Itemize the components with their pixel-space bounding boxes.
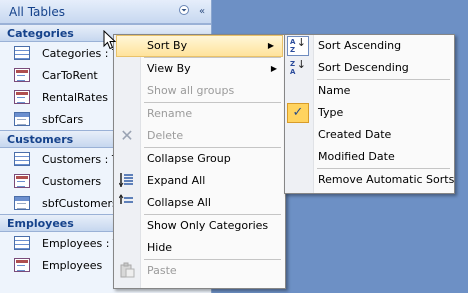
nav-pane-header[interactable]: All Tables «	[0, 0, 211, 24]
submenu-arrow-icon: ▶	[267, 41, 274, 50]
menu-item-collapse-group[interactable]: Collapse Group	[114, 148, 285, 170]
menu-item-label: Hide	[147, 241, 173, 254]
form-icon	[14, 174, 30, 188]
menu-item-label: Collapse Group	[147, 152, 231, 165]
shutter-bar-close-icon[interactable]: «	[193, 6, 211, 17]
menu-item-label: Sort Descending	[318, 61, 409, 74]
menu-item-label: Rename	[147, 107, 193, 120]
menu-item-remove-automatic-sorts[interactable]: Remove Automatic Sorts	[285, 169, 454, 191]
menu-item-sort-ascending[interactable]: A Z ↓ Sort Ascending	[285, 35, 454, 57]
menu-item-modified-date[interactable]: Modified Date	[285, 146, 454, 168]
mouse-cursor-icon	[103, 30, 117, 50]
menu-item-label: Modified Date	[318, 150, 395, 163]
menu-item-collapse-all[interactable]: Collapse All	[114, 192, 285, 214]
table-icon	[14, 236, 30, 250]
menu-item-view-by[interactable]: View By ▶	[114, 58, 285, 80]
checkmark-icon: ✓	[287, 103, 309, 123]
report-icon	[14, 196, 30, 210]
menu-item-sort-descending[interactable]: Z A ↓ Sort Descending	[285, 57, 454, 79]
nav-item-label: RentalRates	[42, 90, 108, 104]
submenu-arrow-icon: ▶	[270, 64, 277, 73]
menu-item-label: Collapse All	[147, 196, 211, 209]
table-icon	[14, 152, 30, 166]
menu-item-label: Show Only Categories	[147, 219, 269, 232]
menu-item-label: Sort By	[147, 39, 188, 52]
sort-ascending-icon: A Z ↓	[287, 36, 309, 56]
menu-item-type[interactable]: ✓ Type	[285, 102, 454, 124]
menu-item-label: Remove Automatic Sorts	[318, 173, 455, 186]
paste-icon	[117, 262, 137, 280]
chevron-down-icon[interactable]	[175, 5, 193, 18]
menu-item-label: View By	[147, 62, 191, 75]
menu-item-created-date[interactable]: Created Date	[285, 124, 454, 146]
nav-pane-title[interactable]: All Tables	[0, 5, 175, 19]
menu-item-show-all-groups[interactable]: Show all groups	[114, 80, 285, 102]
expand-all-icon	[117, 172, 137, 190]
delete-icon: ✕	[120, 126, 134, 145]
report-icon	[14, 112, 30, 126]
menu-item-label: Name	[318, 84, 351, 97]
nav-item-label: sbfCars	[42, 112, 84, 126]
menu-item-label: Delete	[147, 129, 184, 142]
form-icon	[14, 90, 30, 104]
menu-item-label: Created Date	[318, 128, 392, 141]
menu-item-name[interactable]: Name	[285, 80, 454, 102]
menu-item-label: Show all groups	[147, 84, 235, 97]
menu-item-label: Expand All	[147, 174, 206, 187]
menu-item-delete[interactable]: ✕ Delete	[114, 125, 285, 147]
nav-item-label: Customers : Ta	[42, 152, 124, 166]
form-icon	[14, 258, 30, 272]
menu-item-sort-by[interactable]: Sort By ▶	[116, 35, 283, 57]
nav-item-label: sbfCustomers	[42, 196, 118, 210]
sort-by-submenu: A Z ↓ Sort Ascending Z A ↓ Sort Descending N…	[284, 34, 455, 194]
menu-item-label: Sort Ascending	[318, 39, 402, 52]
nav-item-label: Customers	[42, 174, 102, 188]
menu-item-label: Type	[318, 106, 344, 119]
menu-item-expand-all[interactable]: Expand All	[114, 170, 285, 192]
nav-item-label: CarToRent	[42, 68, 98, 82]
menu-item-hide[interactable]: Hide	[114, 237, 285, 259]
table-icon	[14, 46, 30, 60]
menu-item-show-only-categories[interactable]: Show Only Categories	[114, 215, 285, 237]
nav-item-label: Employees	[42, 258, 103, 272]
menu-item-paste[interactable]: Paste	[114, 260, 285, 282]
context-menu: Sort By ▶ View By ▶ Show all groups Rename…	[113, 34, 286, 289]
menu-item-rename[interactable]: Rename	[114, 103, 285, 125]
form-icon	[14, 68, 30, 82]
collapse-all-icon	[117, 194, 137, 212]
sort-descending-icon: Z A ↓	[290, 58, 306, 76]
menu-item-label: Paste	[147, 264, 177, 277]
